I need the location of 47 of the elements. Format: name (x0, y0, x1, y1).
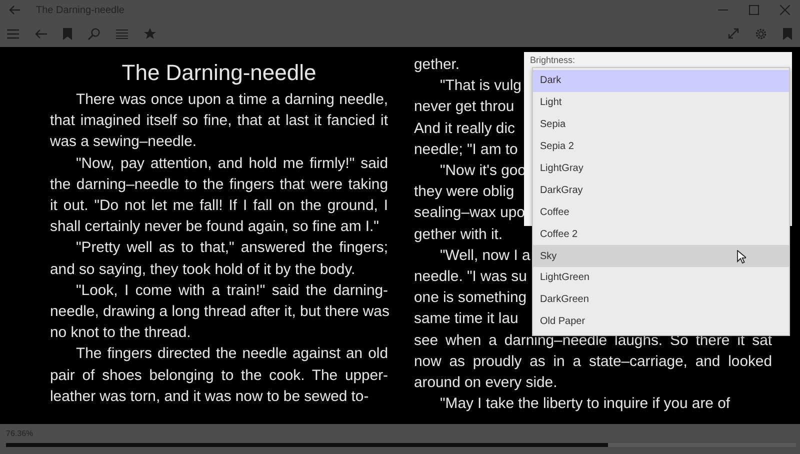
theme-option[interactable]: DarkGray (533, 179, 789, 202)
paragraph: "Now, pay attention, and hold me firmly!" said the darning–needle to the fingers that were taking it out. "Do not let me fall! If I fall on the ground, I shall certainly never be found again, so fine am I." (50, 154, 388, 238)
text-line: needle. "I was su (414, 268, 527, 288)
chapter-title: The Darning-needle (120, 59, 318, 87)
theme-option[interactable]: LightGray (533, 158, 789, 180)
text-line: And it really dic (414, 120, 515, 139)
search-icon[interactable] (88, 28, 100, 40)
theme-option[interactable]: Sepia (533, 114, 789, 136)
back-arrow-icon (9, 5, 21, 15)
text-line: one is something (414, 289, 527, 308)
list-icon[interactable] (116, 28, 128, 38)
text-line: around on every side. (414, 374, 558, 394)
theme-option[interactable]: Coffee 2 (533, 223, 789, 246)
bookmark-icon[interactable] (63, 28, 72, 40)
settings-icon[interactable] (755, 28, 767, 40)
bookmark-icon[interactable] (783, 28, 792, 40)
text-line: now as proudly as in a state–carriage, and looked (414, 352, 772, 372)
theme-option[interactable]: Light (533, 92, 789, 114)
text-line: sealing–wax upo (414, 204, 525, 224)
text-line: they were oblig (414, 183, 514, 202)
text-line: needle; "I am to (414, 140, 518, 160)
close-icon (780, 5, 790, 15)
theme-option[interactable]: Sky (533, 245, 789, 268)
cursor-icon (737, 250, 746, 264)
expand-icon[interactable] (728, 28, 739, 39)
text-line: never get throu (414, 98, 514, 118)
theme-option[interactable]: Dark (533, 70, 789, 92)
maximize-icon (748, 5, 758, 15)
text-line: gether with it. (414, 226, 503, 245)
text-line: "May I take the liberty to inquire if you are of (439, 395, 730, 414)
paragraph: "Pretty well as to that," answered the fingers; and so saying, they took hold of it by the body. (50, 239, 388, 280)
text-line: gether. (414, 56, 460, 75)
theme-option[interactable]: DarkGreen (533, 288, 789, 311)
paragraph: "Look, I come with a train!" said the darning- needle, drawing a long thread after it, but there was no knot to the thread. (50, 282, 388, 344)
text-line: same time it lau (414, 310, 518, 330)
paragraph: There was once upon a time a darning needle, that imagined itself so fine, that at last it fancied it was a sewing–needle. (50, 91, 388, 152)
paragraph: The fingers directed the needle against an old pair of shoes belonging to the cook. The upper- leather was torn, and it was now to be sewed to- (50, 345, 388, 407)
back-arrow-icon[interactable] (35, 28, 47, 38)
brightness-label: Brightness: (530, 55, 576, 65)
theme-option[interactable]: LightGreen (533, 267, 789, 289)
menu-icon[interactable] (7, 28, 19, 38)
text-line: "That is vulg (439, 77, 522, 96)
theme-option[interactable]: Sepia 2 (533, 136, 789, 158)
text-line: "Well, now I a (439, 246, 530, 266)
star-icon[interactable] (144, 28, 156, 40)
theme-option[interactable]: Coffee (533, 201, 789, 224)
theme-option[interactable]: Old Paper (533, 310, 789, 333)
